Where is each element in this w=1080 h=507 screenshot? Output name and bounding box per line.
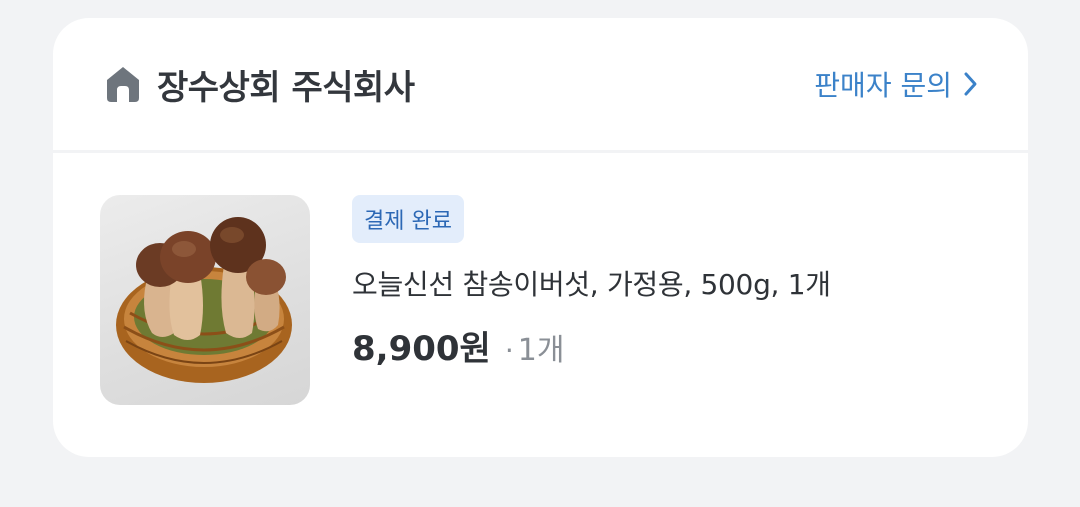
header-divider xyxy=(53,150,1028,153)
seller-inquiry-button[interactable]: 판매자 문의 xyxy=(814,64,980,104)
order-info: 결제 완료 오늘신선 참송이버섯, 가정용, 500g, 1개 8,900원 ·… xyxy=(352,195,831,370)
store-icon xyxy=(103,64,143,104)
separator-dot: · xyxy=(504,334,514,367)
chevron-right-icon xyxy=(962,70,980,98)
status-badge: 결제 완료 xyxy=(352,195,464,243)
order-card: 장수상회 주식회사 판매자 문의 결제 완료 오늘신선 참송이버섯, 가정용, … xyxy=(53,18,1028,457)
price: 8,900원 xyxy=(352,329,491,369)
product-name[interactable]: 오늘신선 참송이버섯, 가정용, 500g, 1개 xyxy=(352,263,831,303)
seller-inquiry-label: 판매자 문의 xyxy=(814,69,952,102)
store-name[interactable]: 장수상회 주식회사 xyxy=(157,60,415,109)
price-row: 8,900원 · 1개 xyxy=(352,321,831,370)
card-header: 장수상회 주식회사 판매자 문의 xyxy=(53,18,1028,150)
quantity: 1개 xyxy=(517,333,565,368)
product-image[interactable] xyxy=(100,195,310,405)
